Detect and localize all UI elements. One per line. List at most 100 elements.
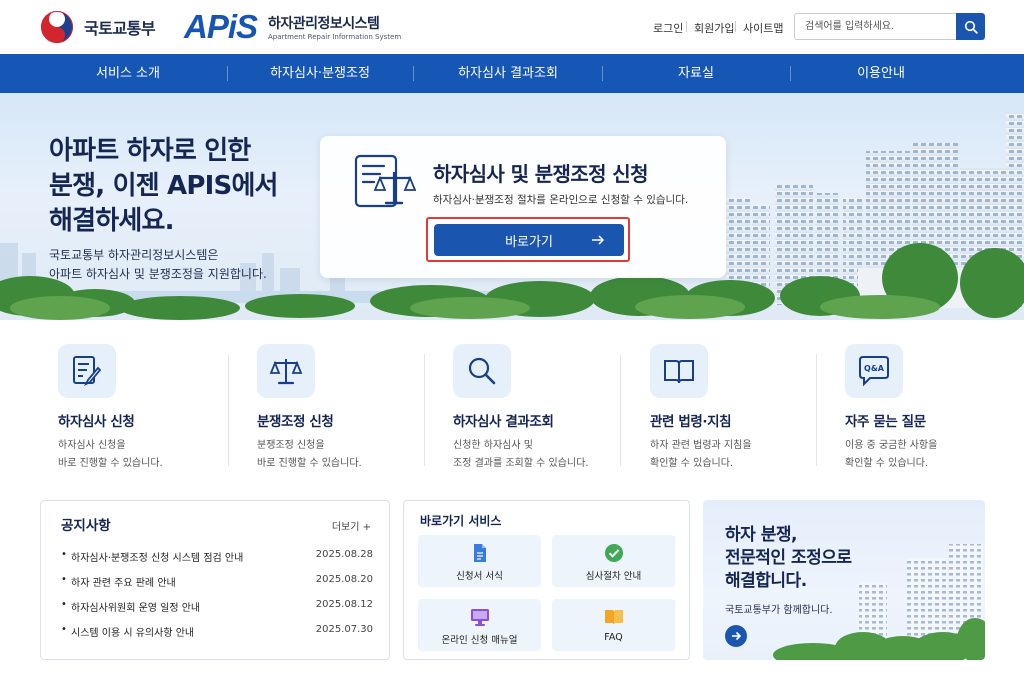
quick-links-title: 바로가기 서비스 [420, 514, 502, 528]
quick-links-panel: 바로가기 서비스 신청서 서식 심사절차 안내 온라인 신청 매뉴얼 FAQ [403, 500, 690, 660]
service-icon-tile [650, 344, 708, 398]
login-link[interactable]: 로그인 [653, 20, 683, 36]
open-book-icon [604, 610, 623, 625]
notice-item-title: 하자심사위원회 운영 일정 안내 [71, 603, 201, 614]
service-divider [228, 354, 229, 466]
quick-link-forms[interactable]: 신청서 서식 [418, 535, 541, 587]
nav-divider [790, 66, 791, 81]
svg-text:Q&A: Q&A [864, 364, 885, 373]
apis-logo[interactable]: APiS [184, 9, 258, 45]
nav-divider [602, 66, 603, 81]
notice-title: 공지사항 [61, 518, 111, 534]
nav-result-lookup[interactable]: 하자심사 결과조회 [438, 54, 578, 93]
service-mediation-apply[interactable]: 분쟁조정 신청 분쟁조정 신청을 바로 진행할 수 있습니다. [257, 320, 407, 488]
document-icon [473, 544, 486, 562]
notice-more-link[interactable]: 더보기 + [332, 518, 371, 533]
notice-item-date: 2025.07.30 [315, 624, 373, 635]
document-scale-icon [354, 154, 416, 208]
nav-archive[interactable]: 자료실 [626, 54, 766, 93]
service-title: 하자심사 신청 [58, 414, 135, 430]
service-icon-tile [58, 344, 116, 398]
nav-guide[interactable]: 이용안내 [811, 54, 951, 93]
quick-link-procedure[interactable]: 심사절차 안내 [552, 535, 675, 587]
service-description-line: 분쟁조정 신청을 [257, 440, 325, 451]
service-description-line: 바로 진행할 수 있습니다. [58, 458, 163, 469]
search-input[interactable] [794, 13, 956, 40]
hero-description-line: 아파트 하자심사 및 분쟁조정을 지원합니다. [49, 267, 267, 281]
notice-item[interactable]: • 하자심사위원회 운영 일정 안내 2025.08.12 [61, 599, 373, 615]
main-nav: 서비스 소개 하자심사·분쟁조정 하자심사 결과조회 자료실 이용안내 [0, 54, 1024, 93]
service-description: 하자 관련 법령과 지침을 확인할 수 있습니다. [650, 437, 752, 473]
service-description-line: 바로 진행할 수 있습니다. [257, 458, 362, 469]
service-description-line: 하자심사 신청을 [58, 440, 126, 451]
notice-item-date: 2025.08.20 [315, 574, 373, 585]
bullet-icon: • [61, 549, 67, 560]
hero-description-line: 국토교통부 하자관리정보시스템은 [49, 248, 219, 262]
service-icon-tile [453, 344, 511, 398]
search-button[interactable] [956, 13, 985, 40]
service-laws[interactable]: 관련 법령·지침 하자 관련 법령과 지침을 확인할 수 있습니다. [650, 320, 800, 488]
promo-banner: 하자 분쟁, 전문적인 조정으로 해결합니다. 국토교통부가 함께합니다. [703, 500, 985, 660]
service-faq[interactable]: Q&A 자주 묻는 질문 이용 중 궁금한 사항을 확인할 수 있습니다. [845, 320, 995, 488]
notice-item-title: 하자심사·분쟁조정 신청 시스템 점검 안내 [71, 553, 244, 564]
card-title: 하자심사 및 분쟁조정 신청 [433, 162, 648, 186]
hero-banner: 아파트 하자로 인한 분쟁, 이젠 APIS에서 해결하세요. 국토교통부 하자… [0, 93, 1024, 320]
service-review-apply[interactable]: 하자심사 신청 하자심사 신청을 바로 진행할 수 있습니다. [58, 320, 208, 488]
scale-icon [269, 359, 303, 385]
quick-link-label: 심사절차 안내 [585, 571, 642, 582]
service-description: 신청한 하자심사 및 조정 결과를 조회할 수 있습니다. [453, 437, 589, 473]
service-divider [424, 354, 425, 466]
banner-go-button[interactable] [725, 625, 747, 647]
service-divider [620, 354, 621, 466]
service-description: 하자심사 신청을 바로 진행할 수 있습니다. [58, 437, 163, 473]
site-header: 국토교통부 APiS 하자관리정보시스템 Apartment Repair In… [0, 0, 1024, 54]
util-divider [735, 21, 736, 32]
signup-link[interactable]: 회원가입 [694, 20, 734, 36]
bullet-icon: • [61, 624, 67, 635]
bullet-icon: • [61, 599, 67, 610]
check-circle-icon [604, 544, 623, 562]
banner-headline-line: 해결합니다. [725, 571, 807, 591]
arrow-right-icon [732, 631, 742, 641]
magnifier-icon [468, 357, 496, 385]
service-title: 하자심사 결과조회 [453, 414, 554, 430]
document-edit-icon [73, 356, 102, 387]
service-description-line: 확인할 수 있습니다. [845, 458, 929, 469]
hero-headline-line: 해결하세요. [49, 206, 174, 236]
notice-item-title: 시스템 이용 시 유의사항 안내 [71, 628, 195, 639]
service-title: 관련 법령·지침 [650, 414, 732, 430]
nav-divider [227, 66, 228, 81]
qa-bubble-icon: Q&A [859, 356, 889, 387]
go-button[interactable]: 바로가기 [434, 224, 624, 256]
notice-item-title: 하자 관련 주요 판례 안내 [71, 578, 176, 589]
quick-link-manual[interactable]: 온라인 신청 매뉴얼 [418, 599, 541, 651]
service-description-line: 조정 결과를 조회할 수 있습니다. [453, 458, 589, 469]
hero-headline-line: 분쟁, 이젠 APIS에서 [49, 171, 278, 201]
notice-item[interactable]: • 하자 관련 주요 판례 안내 2025.08.20 [61, 574, 373, 590]
nav-review-mediation[interactable]: 하자심사·분쟁조정 [250, 54, 390, 93]
service-icon-tile: Q&A [845, 344, 903, 398]
service-title: 분쟁조정 신청 [257, 414, 334, 430]
nav-service-intro[interactable]: 서비스 소개 [58, 54, 198, 93]
quick-link-label: 온라인 신청 매뉴얼 [441, 635, 518, 646]
banner-headline: 하자 분쟁, 전문적인 조정으로 해결합니다. [725, 524, 852, 593]
system-subtitle: Apartment Repair Information System [268, 33, 402, 41]
service-description-line: 이용 중 궁금한 사항을 [845, 440, 938, 451]
hero-description: 국토교통부 하자관리정보시스템은 아파트 하자심사 및 분쟁조정을 지원합니다. [49, 246, 267, 284]
sitemap-link[interactable]: 사이트맵 [743, 20, 783, 36]
gov-name[interactable]: 국토교통부 [84, 15, 156, 39]
notice-item[interactable]: • 하자심사·분쟁조정 신청 시스템 점검 안내 2025.08.28 [61, 549, 373, 565]
bullet-icon: • [61, 574, 67, 585]
go-button-label: 바로가기 [505, 234, 553, 250]
arrow-right-icon [592, 235, 605, 245]
service-result-lookup[interactable]: 하자심사 결과조회 신청한 하자심사 및 조정 결과를 조회할 수 있습니다. [453, 320, 613, 488]
quick-link-label: FAQ [604, 632, 623, 643]
search-icon [964, 20, 978, 34]
notice-item[interactable]: • 시스템 이용 시 유의사항 안내 2025.07.30 [61, 624, 373, 640]
service-divider [816, 354, 817, 466]
nav-divider [413, 66, 414, 81]
quick-link-faq[interactable]: FAQ [552, 599, 675, 651]
monitor-icon [470, 609, 489, 626]
service-description-line: 하자 관련 법령과 지침을 [650, 440, 752, 451]
notice-panel: 공지사항 더보기 + • 하자심사·분쟁조정 신청 시스템 점검 안내 2025… [40, 500, 390, 660]
